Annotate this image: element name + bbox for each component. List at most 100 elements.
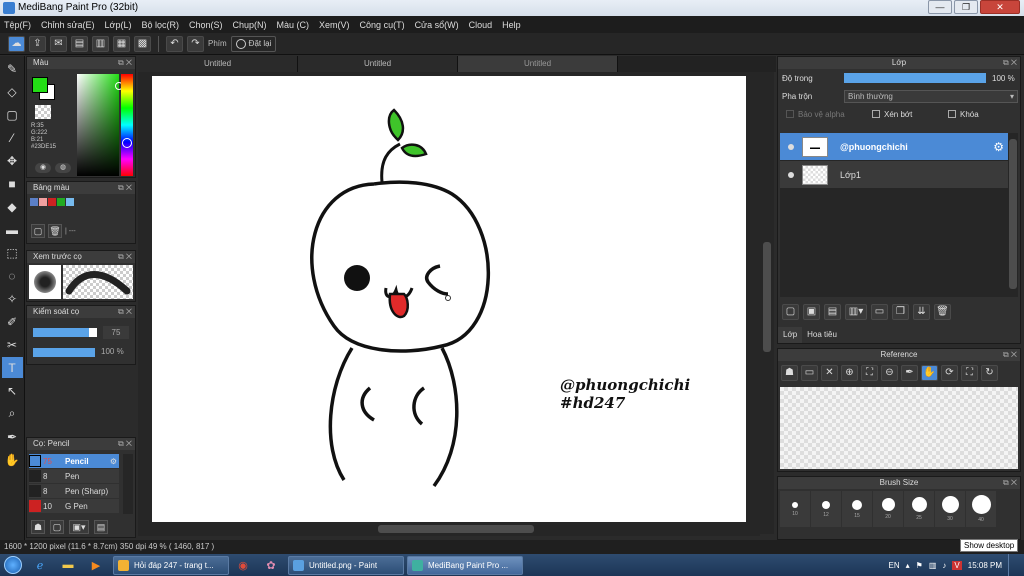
brush-size-cell[interactable]: 20 [873, 491, 903, 527]
tab-untitled-2[interactable]: Untitled [298, 56, 458, 72]
language-indicator[interactable]: EN [889, 561, 900, 570]
folder-icon[interactable]: ▭ [871, 304, 888, 320]
layer-item-phuongchichi[interactable]: ▬▬ @phuongchichi ⚙ [780, 133, 1008, 161]
magic-wand-icon[interactable]: ✧ [2, 288, 23, 309]
layer-opacity-slider[interactable] [844, 73, 986, 83]
brush-size-value[interactable]: 75 [103, 326, 129, 339]
visibility-icon[interactable] [788, 143, 794, 150]
panel-popout-icon[interactable]: ⧉ ✕ [1003, 349, 1017, 361]
layer-item-layer1[interactable]: Lớp1 [780, 161, 1008, 189]
gear-icon[interactable]: ⚙ [993, 140, 1004, 154]
canvas-vertical-scrollbar[interactable] [760, 72, 774, 534]
add-brush-icon[interactable]: ▣▾ [69, 520, 89, 534]
delete-layer-icon[interactable]: 🗑 [934, 304, 951, 320]
palette-swatch[interactable] [39, 198, 47, 206]
chat-icon[interactable]: ▤ [71, 35, 88, 52]
brush-size-cell[interactable]: 15 [842, 491, 872, 527]
close-icon[interactable]: ✕ [821, 365, 838, 381]
tab-layer[interactable]: Lớp [778, 327, 803, 343]
tab-untitled-3[interactable]: Untitled [458, 56, 618, 72]
reset-button[interactable]: Đặt lại [230, 35, 277, 52]
redo-icon[interactable]: ↷ [187, 35, 204, 52]
eraser-tool-icon[interactable]: ◇ [2, 81, 23, 102]
menu-snap[interactable]: Chụp(N) [233, 20, 267, 30]
brush-size-cell[interactable]: 12 [811, 491, 841, 527]
canvas-paper[interactable]: @phuongchichi #hd247 [152, 76, 746, 522]
clock[interactable]: 15:08 PM [968, 561, 1002, 570]
menu-layer[interactable]: Lớp(L) [105, 20, 132, 30]
color-mode-icon[interactable]: ◉ [35, 163, 51, 173]
zoom-out-icon[interactable]: ⊖ [881, 365, 898, 381]
menu-window[interactable]: Cửa sổ(W) [415, 20, 459, 30]
palette-mode-icon[interactable]: ◍ [55, 163, 71, 173]
brush-size-cell[interactable]: 25 [904, 491, 934, 527]
canvas-horizontal-scrollbar[interactable] [138, 522, 760, 536]
fit-icon[interactable]: ⛶ [861, 365, 878, 381]
antivirus-icon[interactable]: V [952, 560, 962, 570]
brush-size-cell[interactable]: 10 [780, 491, 810, 527]
brush-item-g-pen[interactable]: 10 G Pen [29, 499, 119, 513]
eyedropper-tool-icon[interactable]: ⌕ [2, 403, 23, 424]
dot-tool-icon[interactable]: ⁄ [2, 127, 23, 148]
rectangle-tool-icon[interactable]: ▢ [2, 104, 23, 125]
operation-tool-icon[interactable]: ↖ [2, 380, 23, 401]
show-desktop-button[interactable] [1008, 554, 1018, 576]
start-button[interactable] [0, 554, 26, 576]
ie-icon[interactable]: ℯ [26, 555, 54, 575]
fullscreen-icon[interactable]: ⛶ [961, 365, 978, 381]
brush-list-scrollbar[interactable] [123, 454, 133, 514]
undo-icon[interactable]: ↶ [166, 35, 183, 52]
menu-edit[interactable]: Chỉnh sửa(E) [41, 20, 95, 30]
hand-icon[interactable]: ✋ [921, 365, 938, 381]
merge-layer-icon[interactable]: ⇊ [913, 304, 930, 320]
comment-icon[interactable]: ✉ [50, 35, 67, 52]
cloud-icon[interactable]: ☁ [8, 35, 25, 52]
network-icon[interactable]: ▥ [929, 561, 937, 570]
brush-settings-icon[interactable]: ▤ [94, 520, 108, 534]
panel-popout-icon[interactable]: ⧉ ✕ [118, 438, 132, 450]
zoom-in-icon[interactable]: ⊕ [841, 365, 858, 381]
rotate-icon[interactable]: ⟳ [941, 365, 958, 381]
menu-color[interactable]: Màu (C) [277, 20, 310, 30]
new-palette-icon[interactable]: ▢ [31, 224, 45, 238]
panel-popout-icon[interactable]: ⧉ ✕ [118, 182, 132, 194]
protect-alpha-checkbox[interactable] [786, 110, 794, 118]
brush-item-pencil[interactable]: 75 Pencil ⚙ [29, 454, 119, 468]
refresh-icon[interactable]: ↻ [981, 365, 998, 381]
visibility-icon[interactable] [788, 171, 794, 178]
eyedropper-icon[interactable]: ✒ [901, 365, 918, 381]
move-tool-icon[interactable]: ✥ [2, 150, 23, 171]
menu-view[interactable]: Xem(V) [319, 20, 350, 30]
select-pen-icon[interactable]: ✐ [2, 311, 23, 332]
lock-checkbox[interactable] [948, 110, 956, 118]
menu-file[interactable]: Tệp(F) [4, 20, 31, 30]
palette-swatch[interactable] [30, 198, 38, 206]
select-tool-icon[interactable]: ⬚ [2, 242, 23, 263]
taskbar-item-medibang[interactable]: MediBang Paint Pro ... [407, 555, 523, 575]
new-halftone-layer-icon[interactable]: ▣ [803, 304, 820, 320]
minimize-button[interactable]: — [928, 0, 952, 14]
pen-tool-icon[interactable]: ✒ [2, 426, 23, 447]
foreground-color-swatch[interactable] [32, 77, 48, 93]
trash-icon[interactable]: 🗑 [48, 224, 62, 238]
taskbar-item-forum[interactable]: Hỏi đáp 247 - trang t... [113, 555, 229, 575]
cloud-brush-icon[interactable]: ☗ [31, 520, 45, 534]
close-button[interactable]: ✕ [980, 0, 1020, 14]
select-eraser-icon[interactable]: ✂ [2, 334, 23, 355]
grid-icon[interactable]: ▦ [113, 35, 130, 52]
palette-swatch[interactable] [66, 198, 74, 206]
reference-view[interactable] [780, 387, 1018, 469]
lasso-tool-icon[interactable]: ◌ [2, 265, 23, 286]
media-player-icon[interactable]: ▶ [82, 555, 110, 575]
brush-item-pen[interactable]: 8 Pen [29, 469, 119, 483]
brush-size-cell[interactable]: 40 [966, 491, 996, 527]
brush-opacity-slider[interactable] [33, 348, 95, 357]
palette-swatch[interactable] [48, 198, 56, 206]
app-icon[interactable]: ✿ [257, 555, 285, 575]
volume-icon[interactable]: ♪ [942, 561, 946, 570]
menu-filter[interactable]: Bộ lọc(R) [141, 20, 179, 30]
panel-popout-icon[interactable]: ⧉ ✕ [118, 306, 132, 318]
duplicate-layer-icon[interactable]: ❐ [892, 304, 909, 320]
add-layer-menu-icon[interactable]: ▥▾ [845, 304, 867, 320]
panel-popout-icon[interactable]: ⧉ ✕ [118, 251, 132, 263]
